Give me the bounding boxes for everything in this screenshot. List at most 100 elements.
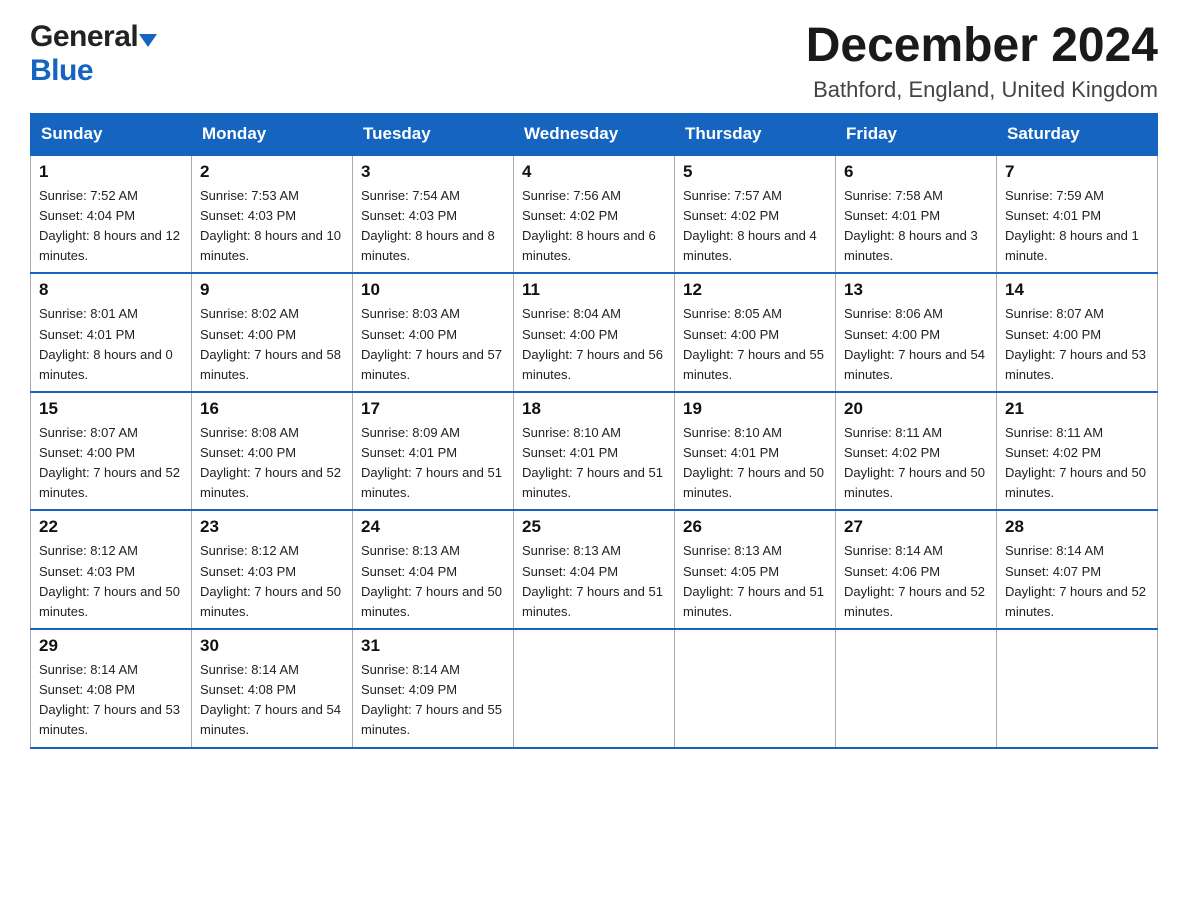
calendar-cell: 28Sunrise: 8:14 AMSunset: 4:07 PMDayligh… <box>997 510 1158 629</box>
day-number: 10 <box>361 280 505 300</box>
day-info: Sunrise: 8:11 AMSunset: 4:02 PMDaylight:… <box>1005 423 1149 504</box>
calendar-cell: 18Sunrise: 8:10 AMSunset: 4:01 PMDayligh… <box>514 392 675 511</box>
day-number: 7 <box>1005 162 1149 182</box>
day-info: Sunrise: 8:07 AMSunset: 4:00 PMDaylight:… <box>1005 304 1149 385</box>
calendar-cell: 27Sunrise: 8:14 AMSunset: 4:06 PMDayligh… <box>836 510 997 629</box>
day-number: 21 <box>1005 399 1149 419</box>
logo-blue-text: Blue <box>30 54 93 87</box>
calendar-cell <box>675 629 836 748</box>
calendar-cell: 6 Sunrise: 7:58 AMSunset: 4:01 PMDaylight… <box>836 155 997 274</box>
day-number: 29 <box>39 636 183 656</box>
title-section: December 2024 Bathford, England, United … <box>806 20 1158 103</box>
day-number: 28 <box>1005 517 1149 537</box>
day-number: 25 <box>522 517 666 537</box>
week-row-4: 22 Sunrise: 8:12 AMSunset: 4:03 PMDayligh… <box>31 510 1158 629</box>
day-number: 30 <box>200 636 344 656</box>
day-info: Sunrise: 8:07 AMSunset: 4:00 PMDaylight:… <box>39 423 183 504</box>
day-info: Sunrise: 7:54 AMSunset: 4:03 PMDaylight:… <box>361 186 505 267</box>
logo-triangle-icon <box>139 34 157 47</box>
day-number: 3 <box>361 162 505 182</box>
day-info: Sunrise: 8:14 AMSunset: 4:08 PMDaylight:… <box>39 660 183 741</box>
day-info: Sunrise: 8:13 AMSunset: 4:04 PMDaylight:… <box>522 541 666 622</box>
day-number: 17 <box>361 399 505 419</box>
calendar-table: SundayMondayTuesdayWednesdayThursdayFrid… <box>30 113 1158 749</box>
calendar-cell: 25 Sunrise: 8:13 AMSunset: 4:04 PMDayligh… <box>514 510 675 629</box>
day-number: 13 <box>844 280 988 300</box>
day-number: 5 <box>683 162 827 182</box>
calendar-cell: 19Sunrise: 8:10 AMSunset: 4:01 PMDayligh… <box>675 392 836 511</box>
day-number: 19 <box>683 399 827 419</box>
header-row: SundayMondayTuesdayWednesdayThursdayFrid… <box>31 113 1158 155</box>
calendar-cell: 7 Sunrise: 7:59 AMSunset: 4:01 PMDaylight… <box>997 155 1158 274</box>
day-info: Sunrise: 7:57 AMSunset: 4:02 PMDaylight:… <box>683 186 827 267</box>
calendar-cell <box>997 629 1158 748</box>
calendar-cell: 14 Sunrise: 8:07 AMSunset: 4:00 PMDayligh… <box>997 273 1158 392</box>
day-info: Sunrise: 7:52 AMSunset: 4:04 PMDaylight:… <box>39 186 183 267</box>
day-info: Sunrise: 8:08 AMSunset: 4:00 PMDaylight:… <box>200 423 344 504</box>
day-info: Sunrise: 7:59 AMSunset: 4:01 PMDaylight:… <box>1005 186 1149 267</box>
header-tuesday: Tuesday <box>353 113 514 155</box>
day-number: 24 <box>361 517 505 537</box>
header-thursday: Thursday <box>675 113 836 155</box>
day-info: Sunrise: 8:04 AMSunset: 4:00 PMDaylight:… <box>522 304 666 385</box>
day-info: Sunrise: 8:09 AMSunset: 4:01 PMDaylight:… <box>361 423 505 504</box>
calendar-cell: 30 Sunrise: 8:14 AMSunset: 4:08 PMDayligh… <box>192 629 353 748</box>
calendar-cell: 16 Sunrise: 8:08 AMSunset: 4:00 PMDayligh… <box>192 392 353 511</box>
calendar-cell: 5 Sunrise: 7:57 AMSunset: 4:02 PMDaylight… <box>675 155 836 274</box>
day-info: Sunrise: 8:05 AMSunset: 4:00 PMDaylight:… <box>683 304 827 385</box>
week-row-1: 1Sunrise: 7:52 AMSunset: 4:04 PMDaylight… <box>31 155 1158 274</box>
day-number: 22 <box>39 517 183 537</box>
calendar-cell: 3 Sunrise: 7:54 AMSunset: 4:03 PMDaylight… <box>353 155 514 274</box>
calendar-cell: 26 Sunrise: 8:13 AMSunset: 4:05 PMDayligh… <box>675 510 836 629</box>
day-number: 2 <box>200 162 344 182</box>
calendar-cell: 20Sunrise: 8:11 AMSunset: 4:02 PMDayligh… <box>836 392 997 511</box>
week-row-2: 8 Sunrise: 8:01 AMSunset: 4:01 PMDaylight… <box>31 273 1158 392</box>
header-friday: Friday <box>836 113 997 155</box>
day-info: Sunrise: 7:58 AMSunset: 4:01 PMDaylight:… <box>844 186 988 267</box>
day-info: Sunrise: 8:11 AMSunset: 4:02 PMDaylight:… <box>844 423 988 504</box>
day-info: Sunrise: 8:12 AMSunset: 4:03 PMDaylight:… <box>39 541 183 622</box>
day-info: Sunrise: 8:13 AMSunset: 4:05 PMDaylight:… <box>683 541 827 622</box>
day-number: 4 <box>522 162 666 182</box>
calendar-cell: 9Sunrise: 8:02 AMSunset: 4:00 PMDaylight… <box>192 273 353 392</box>
logo: General Blue <box>30 20 157 88</box>
day-number: 15 <box>39 399 183 419</box>
day-info: Sunrise: 8:03 AMSunset: 4:00 PMDaylight:… <box>361 304 505 385</box>
day-info: Sunrise: 8:01 AMSunset: 4:01 PMDaylight:… <box>39 304 183 385</box>
calendar-cell: 23Sunrise: 8:12 AMSunset: 4:03 PMDayligh… <box>192 510 353 629</box>
calendar-cell: 24 Sunrise: 8:13 AMSunset: 4:04 PMDayligh… <box>353 510 514 629</box>
header-monday: Monday <box>192 113 353 155</box>
header-saturday: Saturday <box>997 113 1158 155</box>
day-number: 26 <box>683 517 827 537</box>
calendar-cell: 29 Sunrise: 8:14 AMSunset: 4:08 PMDayligh… <box>31 629 192 748</box>
day-number: 18 <box>522 399 666 419</box>
calendar-cell: 15 Sunrise: 8:07 AMSunset: 4:00 PMDayligh… <box>31 392 192 511</box>
day-info: Sunrise: 8:14 AMSunset: 4:09 PMDaylight:… <box>361 660 505 741</box>
day-number: 27 <box>844 517 988 537</box>
day-info: Sunrise: 8:06 AMSunset: 4:00 PMDaylight:… <box>844 304 988 385</box>
calendar-cell: 21 Sunrise: 8:11 AMSunset: 4:02 PMDayligh… <box>997 392 1158 511</box>
day-info: Sunrise: 8:14 AMSunset: 4:08 PMDaylight:… <box>200 660 344 741</box>
day-number: 12 <box>683 280 827 300</box>
day-info: Sunrise: 8:12 AMSunset: 4:03 PMDaylight:… <box>200 541 344 622</box>
week-row-5: 29 Sunrise: 8:14 AMSunset: 4:08 PMDayligh… <box>31 629 1158 748</box>
week-row-3: 15 Sunrise: 8:07 AMSunset: 4:00 PMDayligh… <box>31 392 1158 511</box>
calendar-cell: 17 Sunrise: 8:09 AMSunset: 4:01 PMDayligh… <box>353 392 514 511</box>
header-sunday: Sunday <box>31 113 192 155</box>
day-number: 11 <box>522 280 666 300</box>
calendar-cell: 10 Sunrise: 8:03 AMSunset: 4:00 PMDayligh… <box>353 273 514 392</box>
day-info: Sunrise: 7:53 AMSunset: 4:03 PMDaylight:… <box>200 186 344 267</box>
day-number: 8 <box>39 280 183 300</box>
calendar-cell: 8 Sunrise: 8:01 AMSunset: 4:01 PMDaylight… <box>31 273 192 392</box>
logo-general-text: General <box>30 20 138 54</box>
day-info: Sunrise: 8:02 AMSunset: 4:00 PMDaylight:… <box>200 304 344 385</box>
day-number: 16 <box>200 399 344 419</box>
day-number: 6 <box>844 162 988 182</box>
day-number: 14 <box>1005 280 1149 300</box>
calendar-cell: 4 Sunrise: 7:56 AMSunset: 4:02 PMDaylight… <box>514 155 675 274</box>
day-info: Sunrise: 8:13 AMSunset: 4:04 PMDaylight:… <box>361 541 505 622</box>
calendar-cell: 22 Sunrise: 8:12 AMSunset: 4:03 PMDayligh… <box>31 510 192 629</box>
calendar-cell: 31Sunrise: 8:14 AMSunset: 4:09 PMDayligh… <box>353 629 514 748</box>
day-info: Sunrise: 7:56 AMSunset: 4:02 PMDaylight:… <box>522 186 666 267</box>
location-label: Bathford, England, United Kingdom <box>806 77 1158 103</box>
